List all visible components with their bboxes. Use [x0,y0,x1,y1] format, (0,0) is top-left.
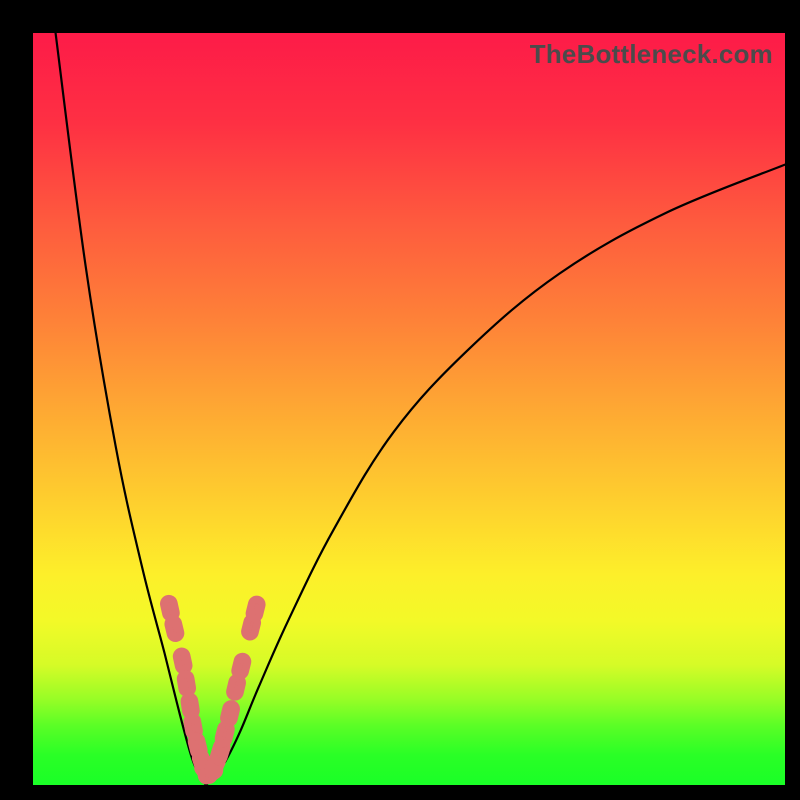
data-marker [229,677,243,698]
curve-right-branch [206,165,785,785]
marker-group [163,598,263,783]
data-marker [223,703,237,724]
data-marker [167,618,181,639]
data-marker [248,598,263,619]
plot-area: TheBottleneck.com [33,33,785,785]
data-marker [180,673,193,694]
outer-frame: TheBottleneck.com [0,0,800,800]
data-marker [176,650,190,671]
data-marker [234,655,249,676]
curve-layer [33,33,785,785]
